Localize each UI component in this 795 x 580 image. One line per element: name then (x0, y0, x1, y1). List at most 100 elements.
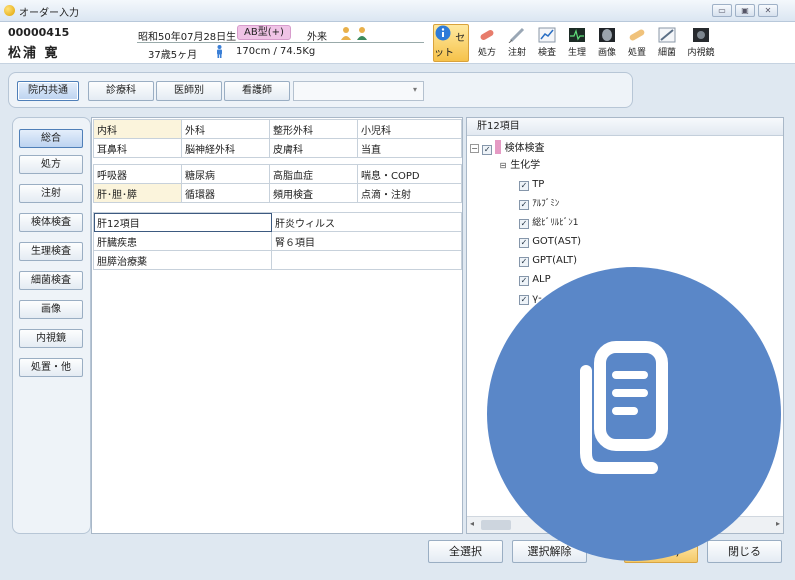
checkbox[interactable]: ✓ (519, 219, 529, 229)
grid-cell[interactable]: 皮膚科 (269, 138, 358, 158)
set-grid: 肝12項目 肝炎ウィルス 肝臓疾患 腎６項目 胆膵治療薬 (93, 212, 462, 270)
dept-grid: 内科 外科 整形外科 小児科 耳鼻科 脳神経外科 皮膚科 当直 (93, 119, 462, 158)
grid-cell[interactable]: 当直 (357, 138, 462, 158)
grid-cell[interactable]: 高脂血症 (269, 164, 358, 184)
chevron-down-icon: ▾ (412, 85, 417, 94)
grid-cell[interactable]: 呼吸器 (93, 164, 182, 184)
menu-imaging-button[interactable]: 画像 (19, 300, 83, 319)
tree-node-label: TP (532, 179, 545, 190)
menu-prescription-button[interactable]: 処方 (19, 155, 83, 174)
tree-node-label: 生化学 (510, 160, 541, 171)
checkbox[interactable]: ✓ (519, 200, 529, 210)
tree-node-label: GPT(ALT) (532, 255, 578, 266)
title-bar: オーダー入力 ▭ ▣ ✕ (0, 0, 795, 22)
grid-cell[interactable]: 頻用検査 (269, 183, 358, 203)
staff-icon (340, 26, 378, 40)
category-dept-button[interactable]: 診療科 (88, 81, 154, 101)
minimize-button[interactable]: ▭ (712, 4, 732, 17)
toolbar-label: 画像 (597, 48, 616, 58)
tree-item[interactable]: ✓ GPT(ALT) (519, 254, 577, 268)
tree-item[interactable]: ✓ ｱﾙﾌﾞﾐﾝ (519, 197, 559, 211)
select-all-button[interactable]: 全選択 (428, 540, 503, 563)
toolbar-label: 処方 (477, 48, 496, 58)
category-doctor-button[interactable]: 医師別 (156, 81, 222, 101)
close-window-button[interactable]: ✕ (758, 4, 778, 17)
toolbar-prescription-button[interactable]: 処方 (472, 24, 502, 62)
toolbar-imaging-button[interactable]: 画像 (592, 24, 622, 62)
tree-item[interactable]: ✓ TP (519, 178, 544, 192)
grid-cell[interactable] (271, 250, 462, 270)
toolbar-label: 注射 (507, 48, 526, 58)
tree-node-label: 総ﾋﾞﾘﾙﾋﾞﾝ1 (532, 218, 579, 228)
grid-cell[interactable]: 肝臓疾患 (93, 231, 272, 251)
patient-header: 00000415 松浦 寛 昭和50年07月28日生 37歳5ヶ月 AB型(+)… (0, 22, 795, 64)
checkbox[interactable]: ✓ (519, 276, 529, 286)
menu-injection-button[interactable]: 注射 (19, 184, 83, 203)
grid-cell[interactable]: 肝12項目 (93, 212, 272, 232)
grid-cell[interactable]: 脳神経外科 (181, 138, 270, 158)
grid-cell[interactable]: 胆膵治療薬 (93, 250, 272, 270)
category-nurse-button[interactable]: 看護師 (224, 81, 290, 101)
scroll-right-icon[interactable]: ▸ (776, 519, 780, 528)
tree-item[interactable]: ✓ GOT(AST) (519, 235, 581, 249)
set-grid-panel: 内科 外科 整形外科 小児科 耳鼻科 脳神経外科 皮膚科 当直 呼吸器 糖尿病 … (91, 117, 463, 534)
toolbar-endoscope-button[interactable]: 内視鏡 (684, 24, 718, 62)
category-bar: 院内共通 診療科 医師別 看護師 ▾ (8, 72, 633, 108)
endoscope-icon (692, 27, 710, 43)
menu-bacteria-button[interactable]: 細菌検査 (19, 271, 83, 290)
window-title: オーダー入力 (19, 8, 79, 19)
checkbox[interactable]: ✓ (519, 257, 529, 267)
grid-cell[interactable]: 糖尿病 (181, 164, 270, 184)
grid-cell[interactable]: 肝炎ウィルス (271, 212, 462, 232)
grid-cell[interactable]: 耳鼻科 (93, 138, 182, 158)
xray-icon (598, 27, 616, 43)
grid-cell[interactable]: 外科 (181, 119, 270, 139)
tree-node-label: GOT(AST) (532, 236, 582, 247)
checkbox[interactable]: ✓ (519, 295, 529, 305)
toolbar-physio-button[interactable]: 生理 (562, 24, 592, 62)
toolbar-bacteria-button[interactable]: 細菌 (652, 24, 682, 62)
grid-cell[interactable]: 点滴・注射 (357, 183, 462, 203)
grid-cell[interactable]: 循環器 (181, 183, 270, 203)
toolbar-injection-button[interactable]: 注射 (502, 24, 532, 62)
menu-endoscope-button[interactable]: 内視鏡 (19, 329, 83, 348)
close-button[interactable]: 閉じる (707, 540, 782, 563)
checkbox[interactable]: ✓ (519, 238, 529, 248)
checkbox[interactable]: ✓ (482, 145, 493, 155)
tree-root-node[interactable]: − ✓ 検体検査 (470, 140, 545, 155)
color-marker (495, 140, 502, 154)
tree-group-node[interactable]: ⊟ 生化学 (499, 159, 540, 173)
grid-cell[interactable]: 小児科 (357, 119, 462, 139)
menu-general-button[interactable]: 総合 (19, 129, 83, 148)
ecg-icon (568, 27, 586, 43)
toolbar-set-button[interactable]: セット (433, 24, 469, 62)
collapse-icon[interactable]: ⊟ (499, 162, 507, 171)
collapse-icon[interactable]: − (470, 144, 479, 153)
grid-cell[interactable]: 喘息・COPD (357, 164, 462, 184)
checkbox[interactable]: ✓ (519, 181, 529, 191)
grid-cell[interactable]: 肝･胆･膵 (93, 183, 182, 203)
grid-cell[interactable]: 腎６項目 (271, 231, 462, 251)
tree-item[interactable]: ✓ 総ﾋﾞﾘﾙﾋﾞﾝ1 (519, 216, 578, 230)
grid-cell[interactable]: 整形外科 (269, 119, 358, 139)
category-select[interactable]: ▾ (293, 81, 424, 101)
tree-item[interactable]: ✓ ALP (519, 273, 551, 287)
bandage-icon (628, 27, 646, 43)
patient-birth: 昭和50年07月28日生 (138, 32, 237, 43)
header-divider (137, 42, 424, 43)
menu-specimen-button[interactable]: 検体検査 (19, 213, 83, 232)
category-all-button[interactable]: 院内共通 (17, 81, 79, 101)
toolbar-lab-button[interactable]: 検査 (532, 24, 562, 62)
maximize-button[interactable]: ▣ (735, 4, 755, 17)
scroll-left-icon[interactable]: ◂ (470, 519, 474, 528)
menu-physio-button[interactable]: 生理検査 (19, 242, 83, 261)
toolbar-label: 内視鏡 (687, 48, 715, 58)
left-menu: 総合 処方 注射 検体検査 生理検査 細菌検査 画像 内視鏡 処置・他 (12, 117, 91, 534)
toolbar-treatment-button[interactable]: 処置 (622, 24, 652, 62)
visit-type: 外来 (307, 32, 327, 43)
grid-cell[interactable]: 内科 (93, 119, 182, 139)
menu-treatment-button[interactable]: 処置・他 (19, 358, 83, 377)
app-icon (4, 5, 15, 16)
scrollbar-thumb[interactable] (481, 520, 511, 530)
copy-overlay[interactable] (487, 267, 781, 561)
